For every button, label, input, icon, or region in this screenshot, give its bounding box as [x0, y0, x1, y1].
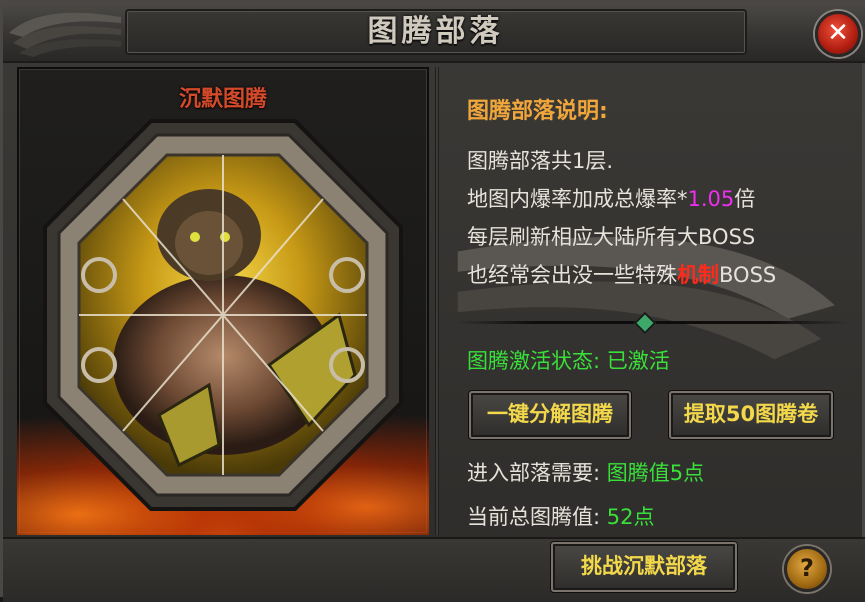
activation-status: 图腾激活状态: 已激活 [467, 345, 670, 375]
activation-status-label: 图腾激活状态: [467, 349, 601, 373]
extract-totem-scrolls-button[interactable]: 提取50图腾卷 [669, 391, 833, 439]
description-line-floors: 图腾部落共1层. [467, 149, 614, 173]
description-title: 图腾部落说明: [467, 99, 608, 124]
gem-ornament-icon [633, 311, 657, 335]
activation-status-value: 已激活 [606, 349, 670, 373]
droprate-value: 1.05 [687, 187, 735, 211]
droprate-prefix: 地图内爆率加成总爆率* [467, 187, 688, 211]
current-totem-number: 52点 [606, 505, 655, 529]
totem-tribe-window: 图腾部落 ✕ 沉默图腾 图腾部落说明: 图腾部落共1层. 地图内爆率加成总爆率*… [0, 0, 865, 602]
vertical-divider [435, 67, 439, 535]
droprate-suffix: 倍 [734, 187, 756, 211]
entry-requirement-label: 进入部落需要: [467, 461, 601, 485]
close-icon[interactable]: ✕ [815, 11, 861, 57]
special-boss-highlight: 机制 [677, 263, 719, 287]
help-icon[interactable]: ? [784, 546, 830, 592]
current-totem-value: 当前总图腾值: 52点 [467, 501, 655, 531]
entry-requirement-value: 图腾值5点 [606, 461, 705, 485]
title-bar[interactable]: 图腾部落 ✕ [3, 3, 865, 360]
current-totem-label: 当前总图腾值: [467, 505, 601, 529]
special-boss-prefix: 也经常会出没一些特殊 [467, 263, 677, 287]
challenge-tribe-button[interactable]: 挑战沉默部落 [551, 542, 737, 592]
totem-name: 沉默图腾 [178, 87, 267, 112]
description-line-droprate: 地图内爆率加成总爆率*1.05倍 [467, 183, 755, 213]
window-title: 图腾部落 [367, 14, 504, 49]
special-boss-suffix: BOSS [719, 263, 777, 287]
description-line-boss-refresh: 每层刷新相应大陆所有大BOSS [467, 225, 756, 249]
description-line-special-boss: 也经常会出没一些特殊机制BOSS [467, 259, 776, 289]
description-panel: 图腾部落说明: 图腾部落共1层. 地图内爆率加成总爆率*1.05倍 每层刷新相应… [451, 67, 855, 537]
decompose-totems-button[interactable]: 一键分解图腾 [469, 391, 631, 439]
totem-portrait-frame: 沉默图腾 [17, 67, 429, 535]
entry-requirement: 进入部落需要: 图腾值5点 [467, 457, 704, 487]
totem-octagon-emblem [43, 119, 403, 511]
